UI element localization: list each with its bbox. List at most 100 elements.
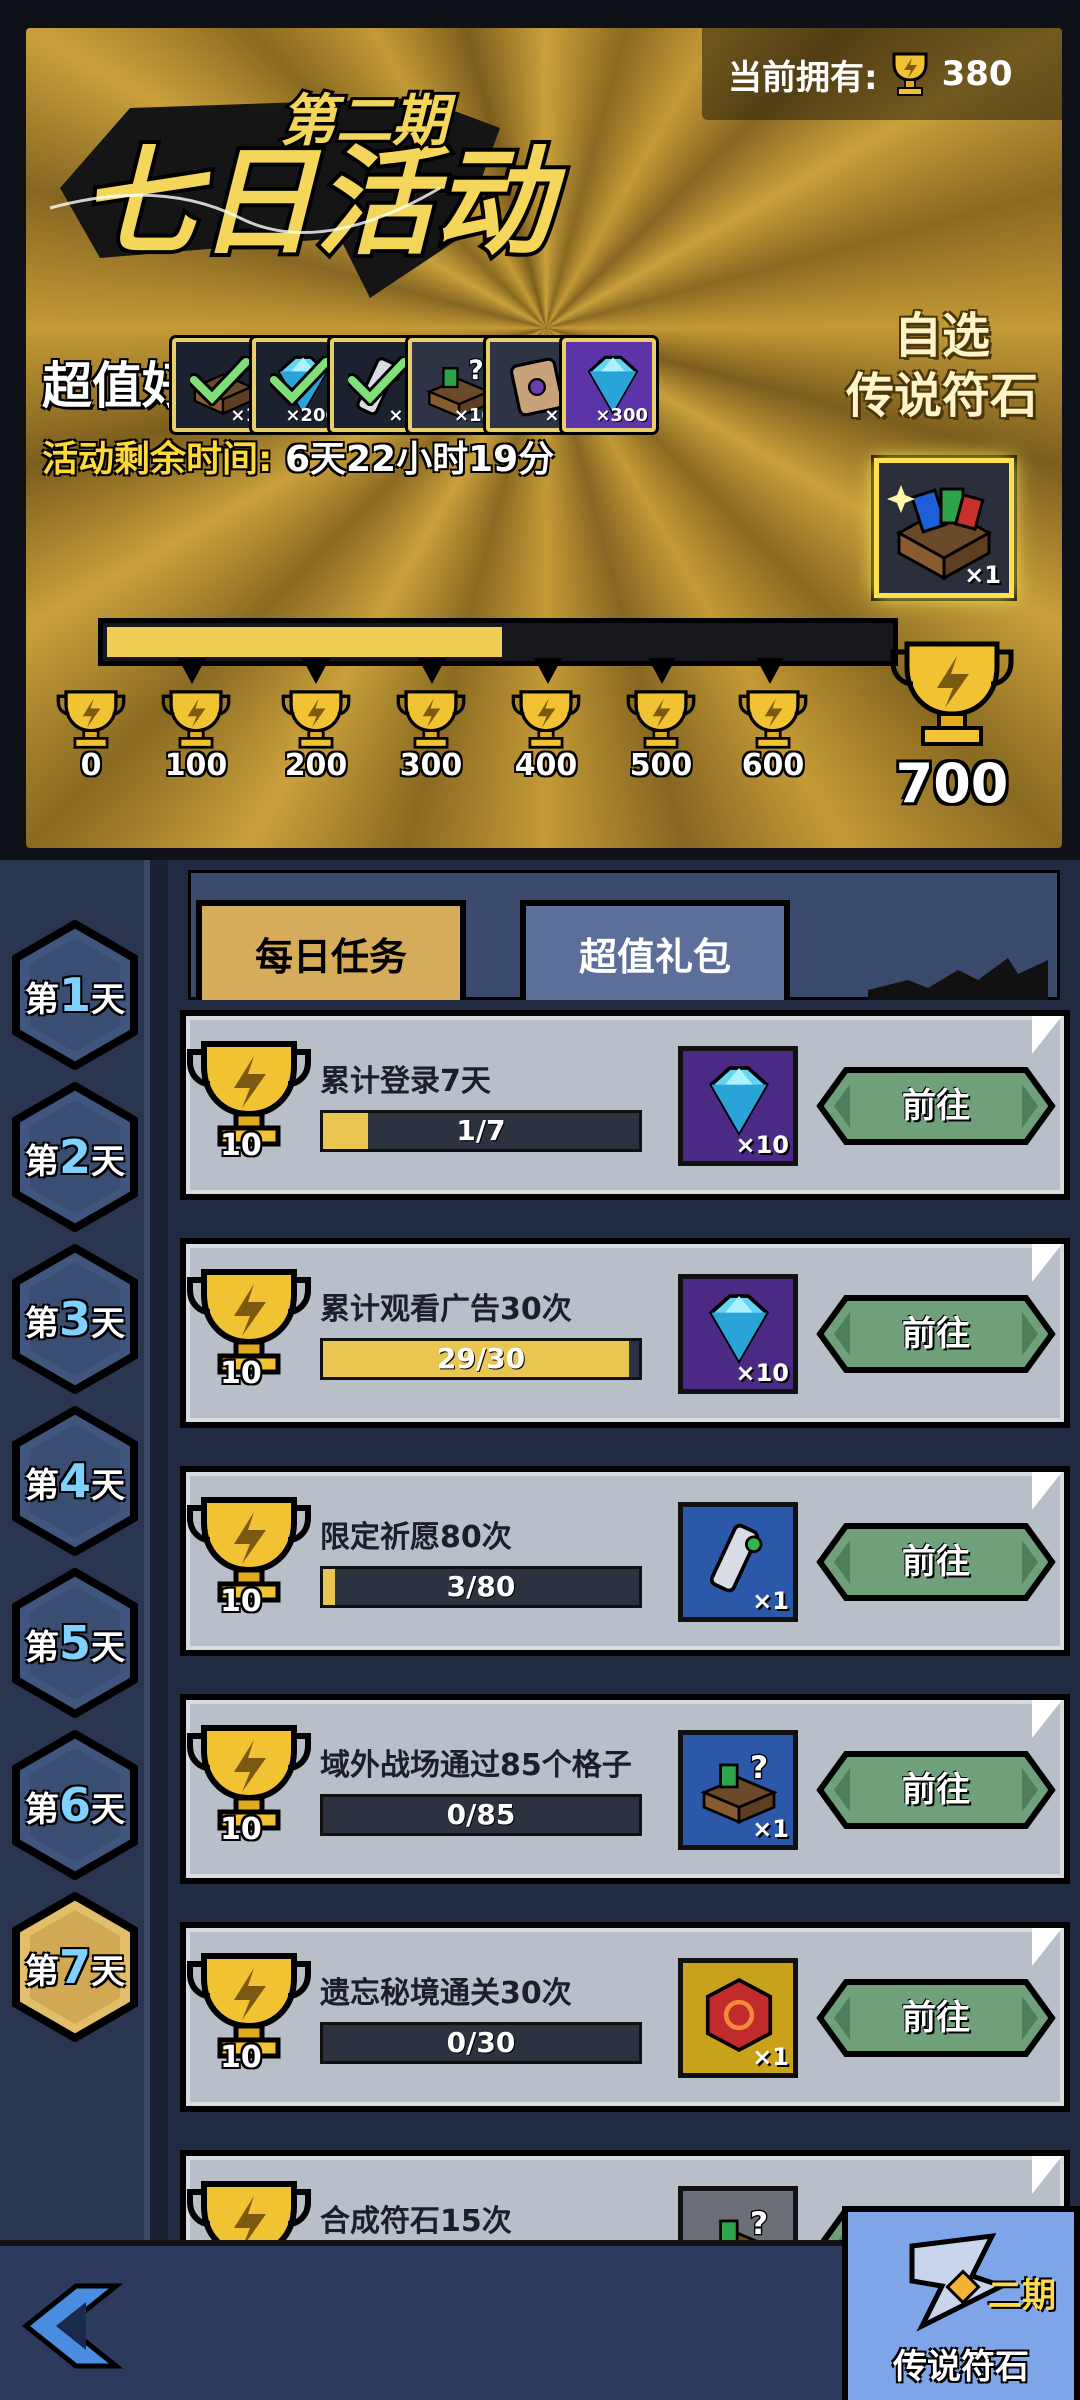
card-corner-icon — [1032, 1928, 1062, 1966]
milestone-reward-slot[interactable]: ×300 — [562, 338, 656, 432]
remaining-time: 活动剩余时间: 6天22小时19分 — [42, 430, 554, 482]
day-suffix: 天 — [91, 1952, 125, 1992]
go-button-label: 前往 — [902, 1314, 970, 1354]
task-trophy-count: 10 — [220, 1812, 262, 1847]
milestone-label: 500 — [629, 748, 693, 783]
day-suffix: 天 — [91, 1628, 125, 1668]
task-progress-bar: 29/30 — [320, 1338, 642, 1380]
sidebar-day-5[interactable]: 第5天 — [10, 1568, 140, 1718]
sidebar-day-4[interactable]: 第4天 — [10, 1406, 140, 1556]
claimed-check-icon — [270, 356, 330, 406]
card-corner-icon — [1032, 1700, 1062, 1738]
go-button[interactable]: 前往 — [816, 1750, 1056, 1830]
day-number: 3 — [58, 1292, 91, 1346]
task-area: 第1天 第2天 第3天 第4天 第5天 第6天 第7天 每日任务 超值礼包 10 累计登录7天… — [0, 860, 1080, 2340]
trophy-icon — [626, 690, 696, 749]
task-row: 10 遗忘秘境通关30次 0/30 ×1 前往 — [180, 1922, 1070, 2112]
day-label: 第3天 — [10, 1292, 140, 1346]
go-button[interactable]: 前往 — [816, 1066, 1056, 1146]
owned-label: 当前拥有: — [728, 57, 878, 98]
task-reward-item[interactable]: ×10 — [678, 1046, 798, 1166]
day-suffix: 天 — [91, 1466, 125, 1506]
reward-count: ×300 — [595, 405, 648, 426]
task-row: 10 累计观看广告30次 29/30 ×10 前往 — [180, 1238, 1070, 1428]
big-reward-slot[interactable]: ×1 — [874, 458, 1014, 598]
card-corner-icon — [1032, 1016, 1062, 1054]
task-progress-bar: 1/7 — [320, 1110, 642, 1152]
sidebar-day-3[interactable]: 第3天 — [10, 1244, 140, 1394]
progress-tick — [178, 658, 206, 684]
trophy-icon — [281, 690, 351, 749]
day-label: 第2天 — [10, 1130, 140, 1184]
task-progress-text: 3/80 — [446, 1570, 516, 1603]
event-title-logo: 七日活动 第二期 — [49, 86, 570, 298]
day-number: 7 — [58, 1940, 91, 1994]
rune-period-label: 二期 — [988, 2276, 1056, 2316]
sidebar-day-6[interactable]: 第6天 — [10, 1730, 140, 1880]
task-reward-item[interactable]: ×1 — [678, 1958, 798, 2078]
tab-value-pack[interactable]: 超值礼包 — [520, 900, 790, 1000]
progress-tick — [648, 658, 676, 684]
task-reward-count: ×1 — [752, 1815, 789, 1843]
task-row: 10 累计登录7天 1/7 ×10 前往 — [180, 1010, 1070, 1200]
progress-tick — [756, 658, 784, 684]
sidebar-day-2[interactable]: 第2天 — [10, 1082, 140, 1232]
day-label: 第7天 — [10, 1940, 140, 1994]
milestone-marker: 500 — [616, 688, 706, 783]
day-prefix: 第 — [24, 1790, 59, 1830]
legend-rune-button[interactable]: 二期 传说符石 — [842, 2206, 1080, 2400]
tab-daily-tasks[interactable]: 每日任务 — [196, 900, 466, 1000]
task-title: 合成符石15次 — [320, 2204, 512, 2239]
progress-tick — [418, 658, 446, 684]
day-suffix: 天 — [91, 1142, 125, 1182]
day-prefix: 第 — [24, 1142, 59, 1182]
go-button[interactable]: 前往 — [816, 1294, 1056, 1374]
go-button[interactable]: 前往 — [816, 1522, 1056, 1602]
legend-rune-label: 自选 传说符石 — [842, 306, 1042, 426]
milestone-label: 100 — [164, 748, 228, 783]
milestone-label: 300 — [399, 748, 463, 783]
task-title: 遗忘秘境通关30次 — [320, 1976, 572, 2011]
day-number: 5 — [58, 1616, 91, 1670]
back-arrow-icon — [21, 2283, 124, 2369]
day-number: 2 — [58, 1130, 91, 1184]
task-progress-bar: 3/80 — [320, 1566, 642, 1608]
sidebar-day-7[interactable]: 第7天 — [10, 1892, 140, 2042]
day-prefix: 第 — [24, 1466, 59, 1506]
task-title: 累计登录7天 — [320, 1064, 491, 1099]
task-trophy-count: 10 — [220, 1128, 262, 1163]
trophy-icon — [396, 690, 466, 749]
milestone-marker: 200 — [271, 688, 361, 783]
task-reward-item[interactable]: ×1 — [678, 1502, 798, 1622]
card-corner-icon — [1032, 2156, 1062, 2194]
remaining-value: 6天22小时19分 — [284, 439, 555, 480]
task-title: 域外战场通过85个格子 — [320, 1748, 632, 1783]
milestone-label: 400 — [514, 748, 578, 783]
task-progress-bar: 0/85 — [320, 1794, 642, 1836]
task-title: 限定祈愿80次 — [320, 1520, 512, 1555]
day-prefix: 第 — [24, 1628, 59, 1668]
card-corner-icon — [1032, 1244, 1062, 1282]
day-sidebar: 第1天 第2天 第3天 第4天 第5天 第6天 第7天 — [0, 860, 150, 2240]
task-reward-item[interactable]: ? ×1 — [678, 1730, 798, 1850]
day-prefix: 第 — [24, 1304, 59, 1344]
trophy-icon — [161, 690, 231, 749]
go-button[interactable]: 前往 — [816, 1978, 1056, 2058]
day-label: 第1天 — [10, 968, 140, 1022]
trophy-icon — [892, 52, 928, 96]
milestone-label: 200 — [284, 748, 348, 783]
progress-tick — [534, 658, 562, 684]
task-row: 10 域外战场通过85个格子 0/85 ? ×1 前往 — [180, 1694, 1070, 1884]
day-prefix: 第 — [24, 980, 59, 1020]
day-label: 第4天 — [10, 1454, 140, 1508]
back-button[interactable] — [16, 2276, 126, 2376]
go-button-label: 前往 — [902, 1086, 970, 1126]
event-banner: 当前拥有: 380 七日活动 第二期 超值好礼，七日赠送 活动剩余时间: 6天2… — [0, 0, 1080, 860]
progress-tick — [302, 658, 330, 684]
trophy-icon — [738, 690, 808, 749]
card-corner-icon — [1032, 1472, 1062, 1510]
trophy-icon — [890, 641, 1014, 746]
sidebar-day-1[interactable]: 第1天 — [10, 920, 140, 1070]
milestone-final: 700 — [882, 638, 1022, 815]
task-reward-item[interactable]: ×10 — [678, 1274, 798, 1394]
